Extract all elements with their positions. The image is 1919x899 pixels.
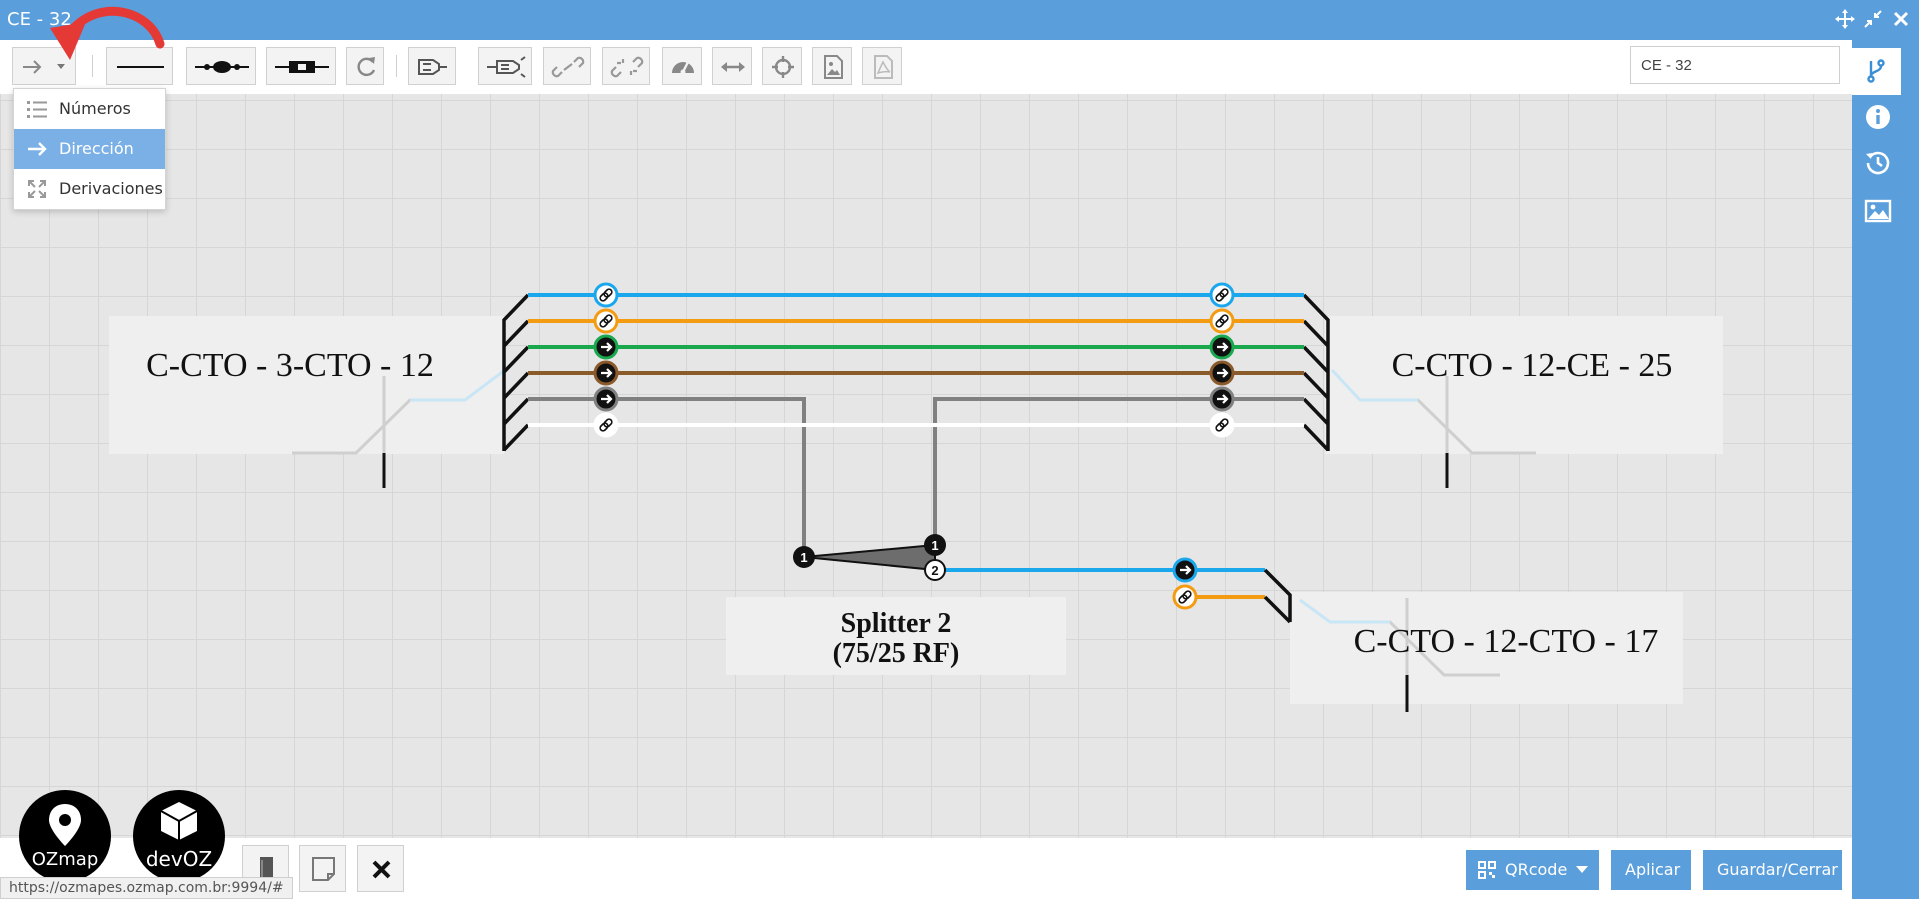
left-cable-fanout — [502, 293, 530, 452]
ozmap-logo: OZmap — [19, 790, 111, 882]
annotation-arrow — [50, 6, 165, 60]
cable-diagram-window: CE - 32 CE - 32 1 1 2 C-CTO - 3-CTO - 12… — [0, 0, 1919, 899]
branch-icon[interactable] — [1862, 57, 1890, 85]
svg-text:1: 1 — [800, 550, 807, 565]
svg-text:1: 1 — [931, 538, 938, 553]
link-marker[interactable] — [1209, 308, 1235, 334]
status-url: https://ozmapes.ozmap.com.br:9994/# — [0, 877, 293, 899]
cable-label-box — [1325, 316, 1723, 454]
history-icon[interactable] — [1864, 149, 1892, 177]
direction-marker[interactable] — [1209, 386, 1235, 412]
splitter-shape[interactable] — [803, 543, 936, 572]
caret-down-icon — [1576, 866, 1588, 873]
link-button[interactable] — [543, 47, 591, 85]
delete-button[interactable] — [357, 845, 404, 892]
cable-label-right: C-CTO - 12-CE - 25 — [1392, 347, 1673, 384]
power-meter-button[interactable] — [478, 47, 532, 85]
link-marker[interactable] — [1209, 282, 1235, 308]
light-source-button[interactable] — [408, 47, 456, 85]
info-icon[interactable] — [1864, 103, 1892, 131]
splitter-port-input[interactable]: 1 — [793, 546, 815, 568]
connector-tool-button[interactable] — [266, 47, 336, 85]
delete-x-icon — [372, 860, 391, 879]
qrcode-icon — [1478, 861, 1496, 879]
svg-text:2: 2 — [931, 563, 938, 578]
list-icon — [27, 101, 47, 118]
direction-marker[interactable] — [1172, 557, 1198, 583]
dropdown-item-direccion[interactable]: Dirección — [14, 129, 165, 169]
close-icon[interactable] — [1890, 8, 1912, 30]
expand-icon — [28, 180, 46, 198]
cable-label-box — [109, 316, 504, 454]
link-marker[interactable] — [1172, 584, 1198, 610]
diagram-canvas[interactable]: 1 1 2 C-CTO - 3-CTO - 12 C-CTO - 12-CE -… — [0, 94, 1852, 838]
direction-marker[interactable] — [593, 334, 619, 360]
title-bar[interactable]: CE - 32 — [0, 0, 1919, 40]
link-marker[interactable] — [593, 282, 619, 308]
bottom-cable-fanout — [1263, 568, 1292, 624]
note-button[interactable] — [299, 845, 346, 892]
center-button[interactable] — [762, 47, 802, 85]
splitter-label-line2: (75/25 RF) — [833, 638, 960, 669]
link-marker[interactable] — [593, 308, 619, 334]
splitter-label-line1: Splitter 2 — [841, 608, 952, 639]
save-close-button[interactable]: Guardar/Cerrar — [1703, 850, 1842, 890]
devoz-logo: devOZ — [133, 790, 225, 882]
refresh-button[interactable] — [346, 47, 384, 85]
splice-diagram[interactable]: 1 1 2 C-CTO - 3-CTO - 12 C-CTO - 12-CE -… — [0, 94, 1852, 838]
export-pdf-button[interactable] — [862, 47, 902, 85]
dropdown-item-derivaciones[interactable]: Derivaciones — [14, 169, 165, 209]
dropdown-item-numeros[interactable]: Números — [14, 89, 165, 129]
note-icon — [312, 857, 335, 881]
move-icon[interactable] — [1834, 8, 1856, 30]
collapse-icon[interactable] — [1862, 8, 1884, 30]
export-image-button[interactable] — [812, 47, 852, 85]
splitter-port-out2[interactable]: 2 — [924, 559, 946, 581]
link-marker[interactable] — [593, 412, 619, 438]
image-icon[interactable] — [1864, 197, 1892, 225]
cable-label-left: C-CTO - 3-CTO - 12 — [146, 347, 434, 384]
qrcode-button[interactable]: QRcode — [1466, 850, 1599, 890]
link-marker[interactable] — [1209, 412, 1235, 438]
unlink-button[interactable] — [602, 47, 650, 85]
arrow-right-icon — [28, 142, 47, 156]
cable-label-bottom: C-CTO - 12-CTO - 17 — [1354, 623, 1659, 660]
arrow-mode-dropdown: Números Dirección Derivaciones — [13, 88, 166, 210]
direction-marker[interactable] — [593, 386, 619, 412]
splitter-port-out1[interactable]: 1 — [924, 534, 946, 556]
gauge-button[interactable] — [662, 47, 702, 85]
distance-button[interactable] — [712, 47, 752, 85]
direction-marker[interactable] — [593, 360, 619, 386]
diagram-name-input[interactable] — [1630, 46, 1840, 84]
direction-marker[interactable] — [1209, 360, 1235, 386]
direction-marker[interactable] — [1209, 334, 1235, 360]
right-cable-fanout — [1302, 293, 1330, 452]
apply-button[interactable]: Aplicar — [1611, 850, 1691, 890]
